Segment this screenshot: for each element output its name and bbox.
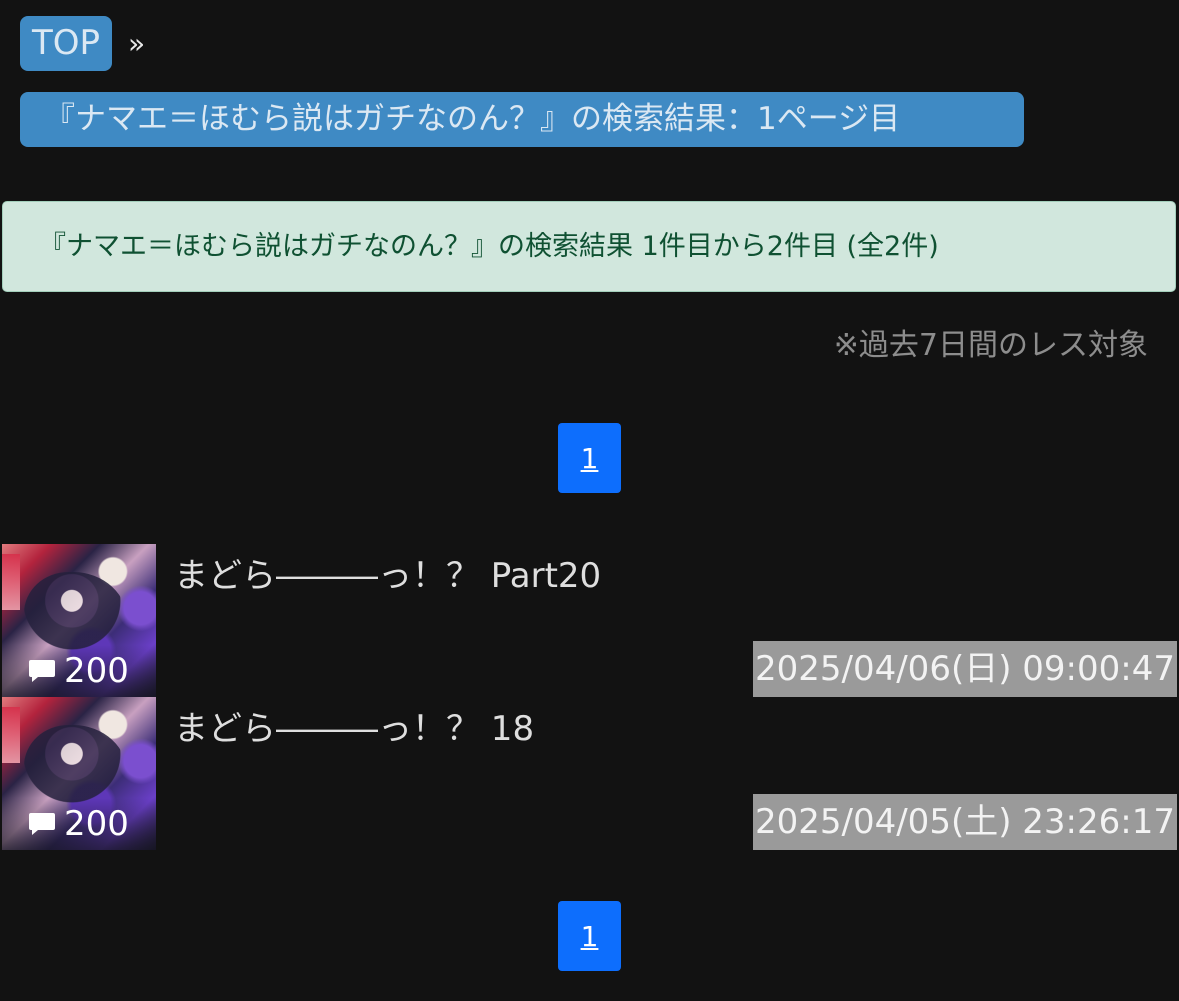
comment-count: 200 — [64, 804, 129, 844]
thread-thumbnail[interactable]: 200 — [2, 544, 156, 697]
thread-title-link[interactable]: まどら―――っ！？ 18 — [174, 705, 534, 753]
page-button-1[interactable]: 1 — [558, 901, 621, 971]
comment-count-badge: 200 — [28, 804, 129, 844]
thread-item[interactable]: 200 まどら―――っ！？ Part20 2025/04/06(日) 09:00… — [2, 544, 1177, 697]
page-button-1[interactable]: 1 — [558, 423, 621, 493]
thread-datetime: 2025/04/06(日) 09:00:47 — [752, 641, 1177, 697]
pagination-top: 1 — [0, 423, 1179, 493]
thumbnail-decoration — [2, 707, 20, 763]
comment-icon — [29, 660, 55, 682]
search-scope-note: ※過去7日間のレス対象 — [833, 328, 1148, 363]
breadcrumb: TOP » — [20, 16, 145, 71]
thread-thumbnail[interactable]: 200 — [2, 697, 156, 850]
result-summary-alert: 『ナマエ＝ほむら説はガチなのん？』の検索結果 1件目から2件目 (全2件) — [2, 201, 1176, 292]
search-results-page: TOP » 『ナマエ＝ほむら説はガチなのん？』の検索結果：1ページ目 『ナマエ＝… — [0, 0, 1179, 1001]
thumbnail-decoration — [2, 554, 20, 610]
page-title: 『ナマエ＝ほむら説はガチなのん？』の検索結果：1ページ目 — [20, 92, 1024, 147]
breadcrumb-top-link[interactable]: TOP — [20, 16, 113, 71]
thread-title-link[interactable]: まどら―――っ！？ Part20 — [174, 552, 601, 600]
thread-item[interactable]: 200 まどら―――っ！？ 18 2025/04/05(土) 23:26:17 — [2, 697, 1177, 850]
comment-icon — [29, 813, 55, 835]
thread-datetime: 2025/04/05(土) 23:26:17 — [752, 794, 1177, 850]
breadcrumb-separator: » — [128, 27, 146, 60]
pagination-bottom: 1 — [0, 901, 1179, 971]
comment-count-badge: 200 — [28, 651, 129, 691]
comment-count: 200 — [64, 651, 129, 691]
